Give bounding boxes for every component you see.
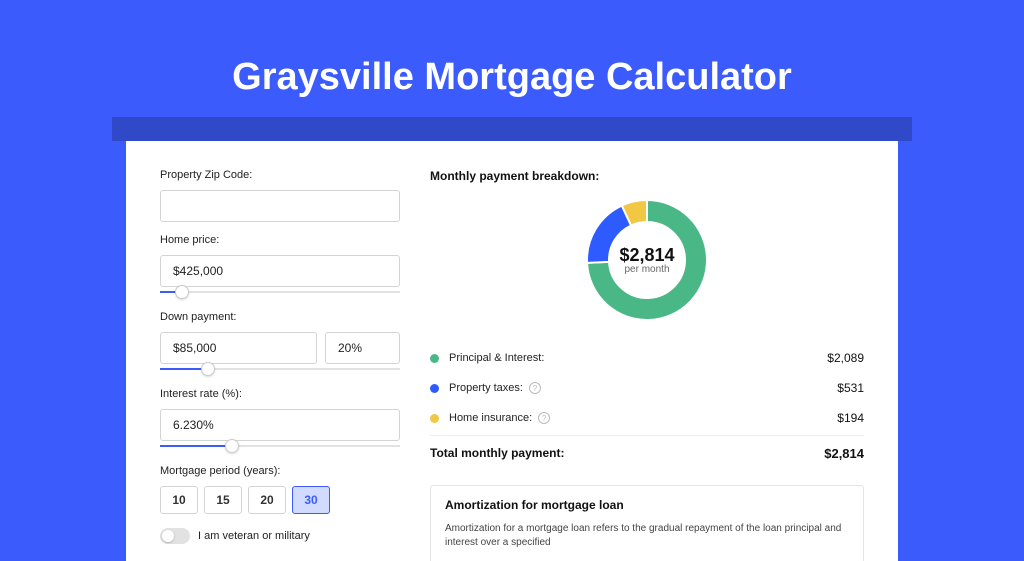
interest-label: Interest rate (%): bbox=[160, 388, 400, 400]
down-payment-input[interactable] bbox=[160, 332, 317, 364]
amortization-title: Amortization for mortgage loan bbox=[445, 498, 849, 512]
interest-field: Interest rate (%): bbox=[160, 388, 400, 453]
legend-value: $194 bbox=[837, 411, 864, 425]
period-button-30[interactable]: 30 bbox=[292, 486, 330, 514]
legend-label: Property taxes: bbox=[449, 382, 523, 394]
legend-swatch bbox=[430, 414, 439, 423]
veteran-toggle[interactable] bbox=[160, 528, 190, 544]
down-payment-slider[interactable] bbox=[160, 362, 400, 376]
interest-input[interactable] bbox=[160, 409, 400, 441]
down-payment-label: Down payment: bbox=[160, 311, 400, 323]
donut-amount: $2,814 bbox=[619, 245, 674, 266]
total-row: Total monthly payment: $2,814 bbox=[430, 435, 864, 471]
period-button-10[interactable]: 10 bbox=[160, 486, 198, 514]
period-label: Mortgage period (years): bbox=[160, 465, 400, 477]
donut-center: $2,814 per month bbox=[582, 195, 712, 325]
legend-swatch bbox=[430, 354, 439, 363]
total-label: Total monthly payment: bbox=[430, 446, 564, 461]
zip-input[interactable] bbox=[160, 190, 400, 222]
donut-sub: per month bbox=[624, 264, 669, 275]
donut-chart: $2,814 per month bbox=[582, 195, 712, 325]
legend-label: Home insurance: bbox=[449, 412, 532, 424]
period-field: Mortgage period (years): 10152030 bbox=[160, 465, 400, 514]
breakdown-column: Monthly payment breakdown: $2,814 per mo… bbox=[430, 169, 864, 533]
page-title: Graysville Mortgage Calculator bbox=[0, 0, 1024, 117]
home-price-label: Home price: bbox=[160, 234, 400, 246]
period-button-group: 10152030 bbox=[160, 486, 400, 514]
amortization-box: Amortization for mortgage loan Amortizat… bbox=[430, 485, 864, 561]
down-payment-field: Down payment: bbox=[160, 311, 400, 376]
home-price-input[interactable] bbox=[160, 255, 400, 287]
legend-row: Property taxes:? $531 bbox=[430, 373, 864, 403]
interest-slider[interactable] bbox=[160, 439, 400, 453]
down-payment-pct-input[interactable] bbox=[325, 332, 400, 364]
donut-chart-area: $2,814 per month bbox=[430, 195, 864, 325]
legend-label: Principal & Interest: bbox=[449, 352, 544, 364]
zip-label: Property Zip Code: bbox=[160, 169, 400, 181]
total-value: $2,814 bbox=[824, 446, 864, 461]
header-accent-band bbox=[112, 117, 912, 141]
calculator-card: Property Zip Code: Home price: Down paym… bbox=[126, 141, 898, 561]
period-button-15[interactable]: 15 bbox=[204, 486, 242, 514]
legend-value: $2,089 bbox=[827, 351, 864, 365]
amortization-text: Amortization for a mortgage loan refers … bbox=[445, 522, 849, 550]
legend-row: Home insurance:? $194 bbox=[430, 403, 864, 433]
veteran-label: I am veteran or military bbox=[198, 530, 310, 542]
breakdown-title: Monthly payment breakdown: bbox=[430, 169, 864, 183]
zip-field: Property Zip Code: bbox=[160, 169, 400, 222]
period-button-20[interactable]: 20 bbox=[248, 486, 286, 514]
legend-swatch bbox=[430, 384, 439, 393]
inputs-column: Property Zip Code: Home price: Down paym… bbox=[160, 169, 400, 533]
home-price-field: Home price: bbox=[160, 234, 400, 299]
info-icon[interactable]: ? bbox=[529, 382, 541, 394]
legend-row: Principal & Interest: $2,089 bbox=[430, 343, 864, 373]
info-icon[interactable]: ? bbox=[538, 412, 550, 424]
legend-value: $531 bbox=[837, 381, 864, 395]
veteran-row: I am veteran or military bbox=[160, 528, 400, 544]
home-price-slider[interactable] bbox=[160, 285, 400, 299]
legend: Principal & Interest: $2,089 Property taxe… bbox=[430, 343, 864, 433]
